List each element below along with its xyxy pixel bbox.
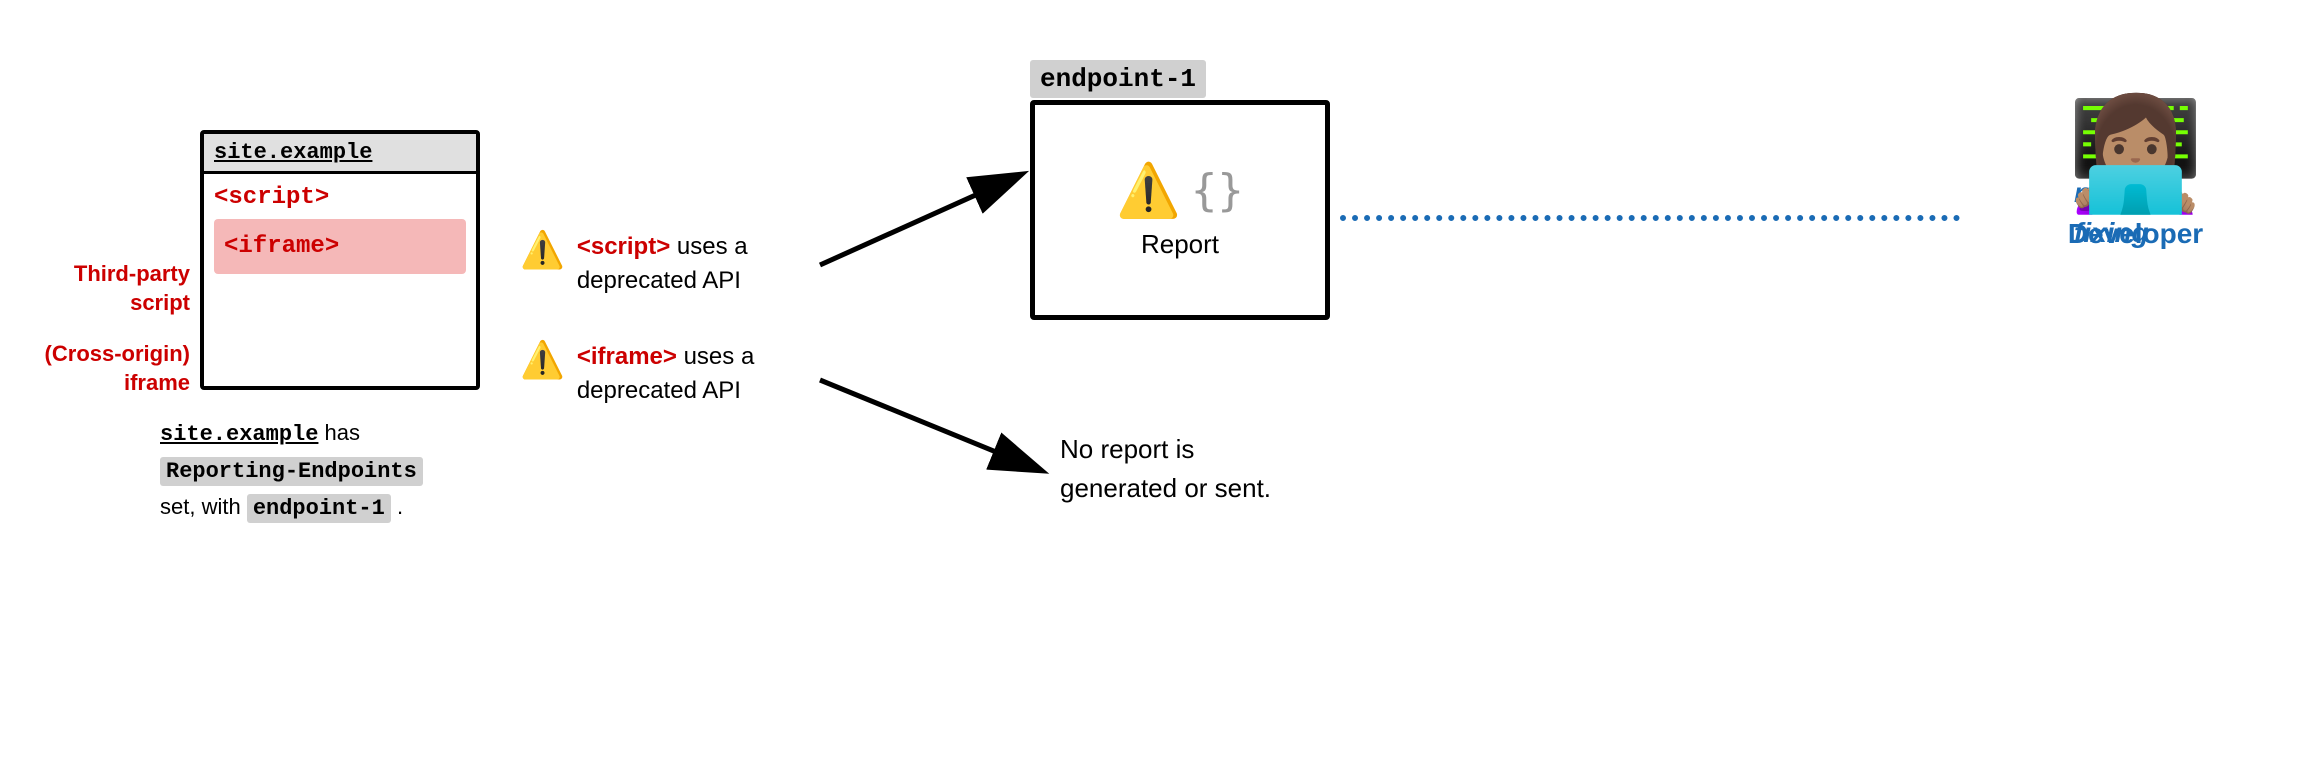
dotted-connection-line — [1340, 215, 1960, 221]
endpoint1-code: endpoint-1 — [247, 494, 391, 523]
iframe-tag-label: <iframe> — [214, 219, 466, 274]
script-tag-label: <script> — [214, 184, 466, 211]
browser-box: site.example <script> <iframe> — [200, 130, 480, 390]
warning-icon-1: ⚠️ — [520, 232, 565, 268]
developer-label: Developer — [2067, 218, 2204, 250]
endpoint-box: ⚠️ {} Report — [1030, 100, 1330, 320]
warning-icon-2: ⚠️ — [520, 342, 565, 378]
site-example-code: site.example — [160, 422, 318, 447]
warning-iframe: ⚠️ <iframe> uses adeprecated API — [520, 340, 754, 407]
warning-text-2: <iframe> uses adeprecated API — [577, 340, 754, 407]
diagram-container: site.example <script> <iframe> Third-par… — [0, 0, 2324, 762]
warning-triangle-icon: ⚠️ — [1116, 160, 1181, 221]
endpoint-name-label: endpoint-1 — [1040, 64, 1196, 94]
browser-body: <script> <iframe> — [204, 174, 476, 284]
warning-script: ⚠️ <script> uses adeprecated API — [520, 230, 748, 297]
script-tag-warning: <script> — [577, 233, 670, 260]
bottom-text-line3: set, with endpoint-1 . — [160, 494, 403, 519]
warning-text-1: <script> uses adeprecated API — [577, 230, 748, 297]
bottom-text-line1: site.example has — [160, 420, 360, 445]
endpoint-report-label: Report — [1141, 229, 1219, 260]
reporting-endpoints-code: Reporting-Endpoints — [160, 457, 423, 486]
browser-titlebar: site.example — [204, 134, 476, 174]
browser-title: site.example — [214, 140, 372, 165]
iframe-tag-warning: <iframe> — [577, 343, 677, 370]
third-party-label: Third-partyscript — [30, 260, 190, 317]
endpoint-label-top: endpoint-1 — [1030, 60, 1206, 98]
developer-emoji: 👩🏽‍💻 — [2067, 100, 2204, 210]
developer-figure: 👩🏽‍💻 Developer — [2067, 100, 2204, 250]
cross-origin-label: (Cross-origin)iframe — [30, 340, 190, 397]
json-braces-icon: {} — [1191, 165, 1244, 216]
no-report-text: No report isgenerated or sent. — [1060, 430, 1271, 508]
endpoint-icons: ⚠️ {} — [1116, 160, 1244, 221]
bottom-text-block: site.example has Reporting-Endpoints set… — [160, 415, 423, 527]
